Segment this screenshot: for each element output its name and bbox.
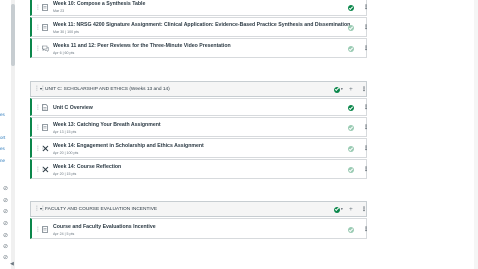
item-meta: Apr 6 | 60 pts (53, 51, 75, 55)
hidden-eye-icon[interactable]: ⊘ (3, 221, 10, 227)
item-options-icon[interactable]: ⋮ (363, 5, 369, 11)
module-header-evaluation[interactable]: ⋮⋮ ▾ FACULTY AND COURSE EVALUATION INCEN… (30, 201, 367, 217)
item-title-link[interactable]: Weeks 11 and 12: Peer Reviews for the Th… (53, 43, 231, 49)
item-meta: Apr 20 | 15 pts (53, 172, 77, 176)
publish-dropdown-icon[interactable]: ▾ (341, 207, 343, 211)
module-item[interactable]: ⋮⋮ Week 10: Compose a Synthesis Table Ma… (30, 0, 369, 16)
item-meta: Apr 20 | 100 pts (53, 151, 79, 155)
hidden-eye-icon[interactable]: ⊘ (3, 233, 10, 239)
module-item[interactable]: ⋮⋮ Week 14: Course Reflection Apr 20 | 1… (30, 159, 369, 179)
quiz-icon (42, 145, 49, 152)
sidebar-scrollbar-thumb[interactable] (11, 4, 15, 66)
item-options-icon[interactable]: ⋮ (363, 46, 369, 52)
course-nav-link[interactable]: ne (0, 158, 5, 163)
check-circle-icon[interactable] (348, 167, 354, 173)
item-meta: Apr 24 | 5 pts (53, 232, 75, 236)
item-options-icon[interactable]: ⋮ (363, 146, 369, 152)
collapse-arrow-icon[interactable]: ◀ (10, 261, 14, 267)
quiz-icon (42, 166, 49, 173)
item-title-link[interactable]: Week 13: Catching Your Breath Assignment (53, 122, 161, 128)
item-title-link[interactable]: Week 14: Engagement in Scholarship and E… (53, 143, 204, 149)
collapse-caret-icon[interactable]: ▾ (40, 86, 42, 91)
module-header-unit-c[interactable]: ⋮⋮ ▾ UNIT C: SCHOLARSHIP AND ETHICS (Wee… (30, 81, 367, 97)
check-circle-icon[interactable] (348, 125, 354, 131)
add-item-button[interactable]: + (349, 206, 353, 213)
module-item[interactable]: ⋮⋮ Week 14: Engagement in Scholarship an… (30, 138, 369, 158)
module-title: FACULTY AND COURSE EVALUATION INCENTIVE (45, 206, 158, 212)
check-circle-icon[interactable] (334, 206, 340, 213)
item-options-icon[interactable]: ⋮ (363, 125, 369, 131)
collapse-caret-icon[interactable]: ▾ (40, 206, 42, 211)
item-title-link[interactable]: Week 10: Compose a Synthesis Table (53, 1, 145, 7)
module-options-icon[interactable]: ⋮ (361, 86, 367, 93)
check-circle-icon[interactable] (334, 86, 340, 93)
assignment-icon (42, 124, 48, 131)
item-options-icon[interactable]: ⋮ (363, 167, 369, 173)
assignment-icon (42, 226, 48, 233)
course-nav-link[interactable]: es (0, 146, 5, 151)
page-icon (42, 104, 48, 111)
course-nav-link[interactable]: ort (0, 135, 5, 140)
check-circle-icon[interactable] (348, 46, 354, 52)
module-title: UNIT C: SCHOLARSHIP AND ETHICS (Weeks 13… (45, 86, 170, 92)
item-options-icon[interactable]: ⋮ (363, 227, 369, 233)
item-title-link[interactable]: Unit C Overview (53, 105, 93, 111)
course-nav-link[interactable]: es (0, 112, 5, 117)
page-scrollbar[interactable] (474, 0, 478, 269)
module-item[interactable]: ⋮⋮ Unit C Overview ⋮ (30, 98, 369, 116)
module-item[interactable]: ⋮⋮ Weeks 11 and 12: Peer Reviews for the… (30, 38, 369, 58)
check-circle-icon[interactable] (348, 25, 354, 31)
item-options-icon[interactable]: ⋮ (363, 25, 369, 31)
item-meta: Apr 13 | 15 pts (53, 130, 77, 134)
check-circle-icon[interactable] (348, 227, 354, 233)
discussion-icon (42, 45, 49, 52)
module-item[interactable]: ⋮⋮ Week 13: Catching Your Breath Assignm… (30, 117, 369, 137)
item-title-link[interactable]: Week 11: NRSG 4200 Signature Assignment:… (53, 22, 350, 28)
add-item-button[interactable]: + (349, 86, 353, 93)
hidden-eye-icon[interactable]: ⊘ (3, 198, 10, 204)
check-circle-icon[interactable] (348, 146, 354, 152)
assignment-icon (42, 4, 48, 11)
module-item[interactable]: ⋮⋮ Course and Faculty Evaluations Incent… (30, 218, 369, 239)
assignment-icon (42, 24, 48, 31)
item-options-icon[interactable]: ⋮ (363, 105, 369, 111)
hidden-eye-icon[interactable]: ⊘ (3, 209, 10, 215)
hidden-eye-icon[interactable]: ⊘ (3, 244, 10, 250)
module-options-icon[interactable]: ⋮ (361, 206, 367, 213)
item-meta: Mar 23 (53, 9, 65, 13)
item-title-link[interactable]: Week 14: Course Reflection (53, 164, 121, 170)
check-circle-icon[interactable] (348, 5, 354, 11)
hidden-eye-icon[interactable]: ⊘ (3, 255, 10, 261)
publish-dropdown-icon[interactable]: ▾ (341, 87, 343, 91)
check-circle-icon[interactable] (348, 105, 354, 111)
item-meta: Mar 30 | 100 pts (53, 30, 79, 34)
hidden-eye-icon[interactable]: ⊘ (3, 186, 10, 192)
module-item[interactable]: ⋮⋮ Week 11: NRSG 4200 Signature Assignme… (30, 17, 369, 37)
item-title-link[interactable]: Course and Faculty Evaluations Incentive (53, 224, 156, 230)
